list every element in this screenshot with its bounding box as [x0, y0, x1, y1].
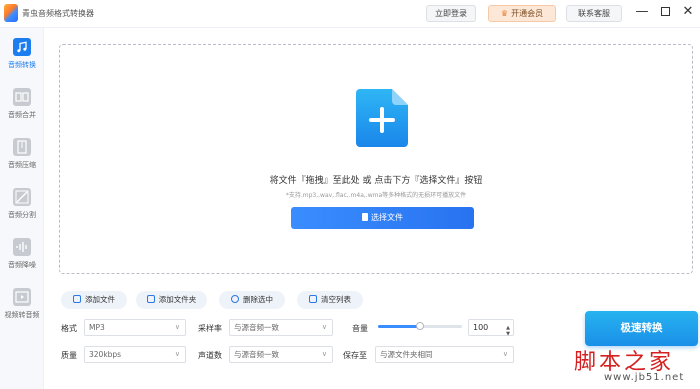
add-folder-button[interactable]: 添加文件夹 [136, 291, 207, 309]
quality-value: 320kbps [89, 350, 122, 359]
sidebar-item-label: 音频压缩 [8, 161, 36, 169]
clear-list-label: 清空列表 [321, 295, 351, 304]
sidebar-item-audio-split[interactable]: 音频分割 [0, 188, 44, 234]
save-to-label: 保存至 [343, 351, 367, 360]
sidebar-item-audio-compress[interactable]: 音频压缩 [0, 138, 44, 184]
folder-icon [146, 295, 155, 303]
sidebar-item-label: 音频分割 [8, 211, 36, 219]
chevron-down-icon: ∨ [174, 323, 180, 331]
add-file-icon [73, 295, 81, 303]
save-to-select[interactable]: 与源文件夹相同 ∨ [375, 346, 514, 363]
close-icon[interactable]: ✕ [680, 3, 696, 21]
save-to-value: 与源文件夹相同 [380, 350, 433, 359]
add-file-label: 添加文件 [85, 295, 115, 304]
samplerate-value: 与源音频一致 [234, 323, 279, 332]
sidebar-item-audio-merge[interactable]: 音频合并 [0, 88, 44, 134]
quality-select[interactable]: 320kbps ∨ [84, 346, 186, 363]
volume-label: 音量 [352, 324, 368, 333]
channels-select[interactable]: 与源音频一致 ∨ [229, 346, 333, 363]
clear-list-button[interactable]: 清空列表 [297, 291, 363, 309]
add-file-button[interactable]: 添加文件 [61, 291, 127, 309]
sidebar: 音频转换 音频合并 音频压缩 音频分割 音频降噪 视频转音频 [0, 28, 44, 389]
volume-slider-fill [378, 325, 420, 328]
chevron-down-icon: ∨ [174, 350, 180, 358]
watermark-url: www.jb51.net [604, 372, 685, 383]
choose-file-button[interactable]: 选择文件 [291, 207, 474, 229]
app-logo-icon [4, 4, 18, 22]
crown-icon: ♛ [500, 9, 509, 18]
film-icon [13, 288, 31, 306]
split-icon [13, 188, 31, 206]
waveform-icon [13, 238, 31, 256]
supported-formats-note: *支持.mp3,.wav,.flac,.m4a,.wma等多种格式的无损环可播放… [285, 192, 467, 199]
title-bar: 青虫音频格式转换器 立即登录 ♛ 开通会员 联系客服 — ✕ [0, 0, 700, 28]
format-label: 格式 [61, 324, 77, 333]
delete-icon [231, 295, 239, 303]
volume-slider-handle[interactable] [416, 322, 424, 330]
volume-stepper[interactable]: 100 ▲ ▼ [468, 319, 514, 337]
chevron-down-icon: ∨ [321, 350, 327, 358]
format-value: MP3 [89, 323, 105, 332]
music-note-icon [13, 38, 31, 56]
app-title: 青虫音频格式转换器 [22, 9, 94, 18]
zip-icon [13, 138, 31, 156]
minimize-icon[interactable]: — [634, 3, 650, 21]
volume-value: 100 [473, 323, 489, 332]
maximize-icon[interactable] [657, 3, 673, 21]
format-select[interactable]: MP3 ∨ [84, 319, 186, 336]
samplerate-select[interactable]: 与源音频一致 ∨ [229, 319, 333, 336]
add-folder-label: 添加文件夹 [158, 295, 197, 304]
login-button[interactable]: 立即登录 [426, 5, 476, 22]
choose-file-label: 选择文件 [371, 213, 403, 222]
drop-instructions: 将文件『拖拽』至此处 或 点击下方『选择文件』按钮 [269, 176, 483, 186]
samplerate-label: 采样率 [198, 324, 222, 333]
chevron-down-icon: ∨ [321, 323, 327, 331]
sidebar-item-label: 视频转音频 [4, 311, 40, 319]
volume-slider[interactable] [378, 322, 462, 330]
fast-convert-button[interactable]: 极速转换 [585, 311, 698, 346]
quality-label: 质量 [61, 351, 77, 360]
contact-service-button[interactable]: 联系客服 [566, 5, 622, 22]
chevron-down-icon[interactable]: ▼ [506, 327, 510, 342]
sidebar-item-audio-denoise[interactable]: 音频降噪 [0, 238, 44, 284]
file-drop-zone[interactable]: 将文件『拖拽』至此处 或 点击下方『选择文件』按钮 *支持.mp3,.wav,.… [59, 44, 693, 274]
document-icon [362, 213, 368, 221]
sidebar-item-video-to-audio[interactable]: 视频转音频 [0, 288, 44, 334]
channels-value: 与源音频一致 [234, 350, 279, 359]
delete-selected-button[interactable]: 删除选中 [219, 291, 285, 309]
sidebar-item-label: 音频合并 [8, 111, 36, 119]
sidebar-item-audio-convert[interactable]: 音频转换 [0, 38, 44, 84]
add-file-icon[interactable] [356, 89, 408, 147]
trash-icon [309, 295, 317, 303]
merge-icon [13, 88, 31, 106]
vip-button[interactable]: ♛ 开通会员 [488, 5, 556, 22]
vip-label: 开通会员 [511, 9, 544, 18]
delete-selected-label: 删除选中 [243, 295, 273, 304]
channels-label: 声道数 [198, 351, 222, 360]
sidebar-item-label: 音频转换 [8, 61, 36, 69]
watermark: 脚本之家 www.jb51.net [560, 344, 700, 389]
sidebar-item-label: 音频降噪 [8, 261, 36, 269]
chevron-down-icon: ∨ [502, 350, 508, 358]
